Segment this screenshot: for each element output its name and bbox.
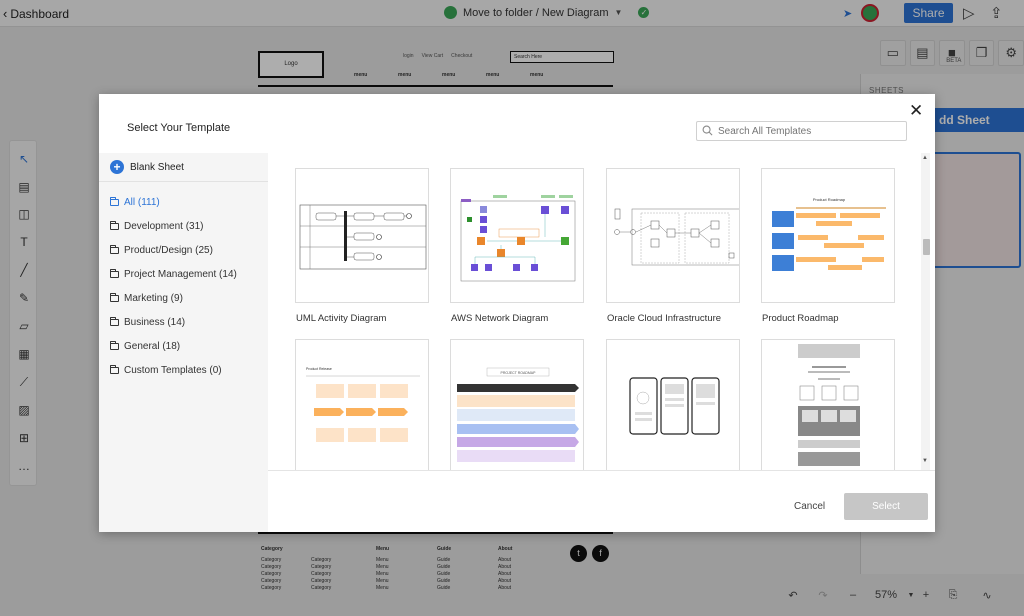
folder-icon — [110, 245, 119, 254]
close-icon[interactable]: ✕ — [909, 102, 923, 119]
cancel-button[interactable]: Cancel — [794, 501, 825, 512]
category-label: All (111) — [124, 197, 160, 208]
folder-icon — [110, 221, 119, 230]
thumbnail-title: Product Roadmap — [813, 197, 846, 202]
folder-icon — [110, 365, 119, 374]
template-card-mobile-wireframe[interactable] — [606, 339, 740, 470]
folder-icon — [110, 269, 119, 278]
mobile-wireframe-thumbnail — [629, 377, 720, 435]
folder-icon — [110, 317, 119, 326]
search-input[interactable] — [718, 124, 898, 138]
category-general[interactable]: General (18) — [110, 341, 180, 352]
divider — [99, 181, 268, 182]
scroll-thumb[interactable] — [923, 239, 930, 255]
search-icon — [702, 125, 713, 136]
template-card-product-roadmap[interactable]: Product Roadmap — [761, 168, 895, 303]
category-label: Product/Design (25) — [124, 245, 213, 256]
plus-icon: + — [110, 160, 124, 174]
category-label: Marketing (9) — [124, 293, 183, 304]
thumbnail-title: PROJECT ROADMAP — [501, 371, 537, 375]
divider — [268, 470, 935, 471]
template-card-uml-activity[interactable] — [295, 168, 429, 303]
timeline-thumbnail: Product Release — [306, 367, 420, 442]
template-card-web-wireframe[interactable] — [761, 339, 895, 470]
uml-activity-thumbnail — [299, 204, 427, 270]
category-product-design[interactable]: Product/Design (25) — [110, 245, 213, 256]
scroll-up-icon[interactable]: ▲ — [922, 155, 928, 161]
scroll-down-icon[interactable]: ▼ — [922, 458, 928, 464]
template-label[interactable]: Oracle Cloud Infrastructure — [607, 313, 721, 324]
template-grid: UML Activity Diagram AWS Network Diagram… — [268, 153, 926, 470]
category-custom-templates[interactable]: Custom Templates (0) — [110, 365, 222, 376]
template-label[interactable]: Product Roadmap — [762, 313, 839, 324]
thumbnail-title: Product Release — [306, 367, 332, 371]
folder-icon — [110, 341, 119, 350]
category-label: Business (14) — [124, 317, 186, 328]
category-label: General (18) — [124, 341, 181, 352]
oracle-cloud-thumbnail — [614, 208, 739, 266]
select-button[interactable]: Select — [844, 493, 928, 520]
template-card-project-roadmap[interactable]: PROJECT ROADMAP — [450, 339, 584, 470]
template-card-product-timeline[interactable]: Product Release — [295, 339, 429, 470]
category-marketing[interactable]: Marketing (9) — [110, 293, 183, 304]
web-wireframe-thumbnail — [798, 344, 860, 466]
category-sidebar: + Blank Sheet All (111) Development (31)… — [99, 153, 268, 532]
category-development[interactable]: Development (31) — [110, 221, 203, 232]
aws-network-thumbnail — [460, 195, 576, 282]
template-card-oracle-cloud[interactable] — [606, 168, 740, 303]
template-scrollbar[interactable]: ▲ ▼ — [921, 153, 930, 470]
folder-icon — [110, 293, 119, 302]
category-all[interactable]: All (111) — [110, 197, 160, 208]
folder-icon — [110, 197, 119, 206]
product-roadmap-thumbnail: Product Roadmap — [772, 197, 886, 271]
template-dialog: Select Your Template ✕ + Blank Sheet All… — [99, 94, 935, 532]
category-business[interactable]: Business (14) — [110, 317, 185, 328]
project-roadmap-thumbnail: PROJECT ROADMAP — [457, 367, 579, 462]
blank-sheet-label: Blank Sheet — [130, 161, 184, 173]
template-label[interactable]: UML Activity Diagram — [296, 313, 386, 324]
template-card-aws-network[interactable] — [450, 168, 584, 303]
category-label: Development (31) — [124, 221, 204, 232]
category-label: Project Management (14) — [124, 269, 237, 280]
template-search[interactable] — [696, 121, 907, 141]
category-project-management[interactable]: Project Management (14) — [110, 269, 237, 280]
dialog-title: Select Your Template — [127, 122, 231, 134]
category-label: Custom Templates (0) — [124, 365, 222, 376]
template-label[interactable]: AWS Network Diagram — [451, 313, 548, 324]
blank-sheet-button[interactable]: + Blank Sheet — [110, 160, 184, 174]
